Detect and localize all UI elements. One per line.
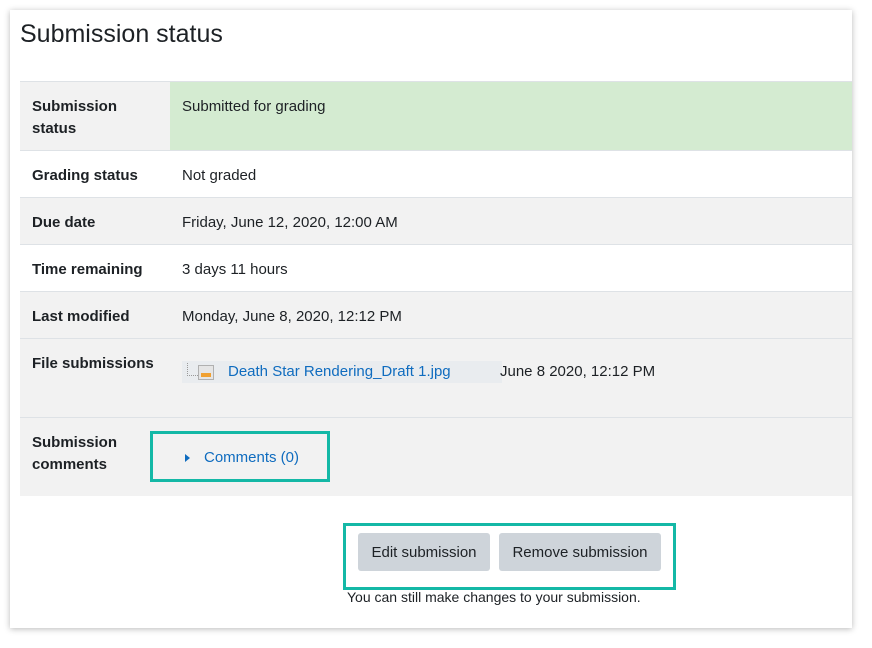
page-title: Submission status bbox=[20, 20, 223, 48]
table-row-time-remaining: Time remaining 3 days 11 hours bbox=[20, 244, 852, 292]
table-row-submission-comments: Submission comments bbox=[20, 417, 852, 496]
due-date-value: Friday, June 12, 2020, 12:00 AM bbox=[182, 214, 398, 231]
edit-hint-text: You can still make changes to your submi… bbox=[347, 589, 641, 605]
submission-status-table: Submission status Submitted for grading … bbox=[20, 81, 852, 496]
row-label: Submission comments bbox=[32, 434, 118, 473]
caret-right-icon bbox=[185, 453, 190, 462]
table-row-due-date: Due date Friday, June 12, 2020, 12:00 AM bbox=[20, 197, 852, 245]
file-date: June 8 2020, 12:12 PM bbox=[500, 363, 656, 380]
file-submissions-cell: Death Star Rendering_Draft 1.jpg June 8 … bbox=[170, 339, 852, 418]
row-label: Last modified bbox=[32, 308, 130, 325]
row-label: Time remaining bbox=[32, 261, 143, 278]
last-modified-value: Monday, June 8, 2020, 12:12 PM bbox=[182, 308, 402, 325]
grading-status-value: Not graded bbox=[182, 167, 257, 184]
remove-submission-button[interactable]: Remove submission bbox=[499, 533, 661, 571]
image-file-icon bbox=[198, 365, 214, 380]
table-row-last-modified: Last modified Monday, June 8, 2020, 12:1… bbox=[20, 291, 852, 339]
submission-status-value: Submitted for grading bbox=[170, 81, 852, 151]
table-row-grading-status: Grading status Not graded bbox=[20, 150, 852, 198]
time-remaining-value: 3 days 11 hours bbox=[182, 261, 288, 278]
row-label: Grading status bbox=[32, 167, 138, 184]
row-label: Submission status bbox=[32, 98, 118, 137]
row-label: File submissions bbox=[32, 355, 154, 372]
tree-connector bbox=[187, 363, 198, 376]
table-row-file-submissions: File submissions Death Star Rendering_Dr… bbox=[20, 338, 852, 418]
table-row-submission-status: Submission status Submitted for grading bbox=[20, 81, 852, 151]
row-label: Due date bbox=[32, 214, 96, 231]
comments-toggle-label: Comments (0) bbox=[204, 449, 300, 466]
edit-submission-button[interactable]: Edit submission bbox=[358, 533, 490, 571]
file-link[interactable]: Death Star Rendering_Draft 1.jpg bbox=[228, 361, 451, 383]
file-entry: Death Star Rendering_Draft 1.jpg June 8 … bbox=[182, 361, 655, 383]
comments-toggle[interactable]: Comments (0) bbox=[185, 449, 299, 466]
